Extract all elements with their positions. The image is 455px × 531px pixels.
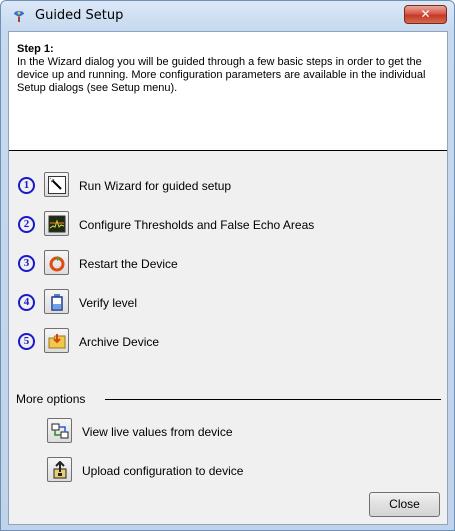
step-row-3: 3 Restart the Device bbox=[18, 250, 438, 276]
wizard-wand-icon bbox=[48, 176, 66, 194]
guided-setup-window: Guided Setup ✕ Step 1: In the Wizard dia… bbox=[0, 0, 455, 531]
step-number-2: 2 bbox=[18, 216, 35, 233]
step-label-5: Archive Device bbox=[79, 335, 160, 349]
step-heading: Step 1: bbox=[17, 43, 54, 55]
live-values-icon bbox=[51, 423, 69, 439]
echo-chart-icon bbox=[48, 215, 66, 233]
option-label-live-values: View live values from device bbox=[82, 425, 233, 439]
step-row-2: 2 Configure Thresholds and False Echo Ar… bbox=[18, 211, 438, 237]
more-options-label: More options bbox=[16, 392, 86, 406]
window-title: Guided Setup bbox=[35, 8, 124, 23]
run-wizard-button[interactable] bbox=[44, 172, 69, 197]
window-close-button[interactable]: ✕ bbox=[404, 5, 447, 24]
step-description: In the Wizard dialog you will be guided … bbox=[17, 56, 426, 94]
step-number-1: 1 bbox=[18, 177, 35, 194]
step-row-5: 5 Archive Device bbox=[18, 328, 438, 354]
step-row-4: 4 Verify level bbox=[18, 289, 438, 315]
step-number-5: 5 bbox=[18, 333, 35, 350]
more-options-divider bbox=[105, 399, 441, 400]
step-label-1: Run Wizard for guided setup bbox=[79, 179, 232, 193]
app-icon bbox=[14, 11, 24, 22]
configure-thresholds-button[interactable] bbox=[44, 211, 69, 236]
restart-icon bbox=[49, 256, 65, 272]
step-label-2: Configure Thresholds and False Echo Area… bbox=[79, 218, 315, 232]
view-live-values-button[interactable] bbox=[47, 418, 72, 443]
info-panel: Step 1: In the Wizard dialog you will be… bbox=[9, 32, 447, 151]
verify-level-button[interactable] bbox=[44, 289, 69, 314]
level-tank-icon bbox=[51, 294, 63, 311]
restart-device-button[interactable] bbox=[44, 250, 69, 275]
close-button[interactable]: Close bbox=[369, 492, 440, 517]
dialog-client-area: Step 1: In the Wizard dialog you will be… bbox=[8, 31, 448, 525]
step-number-3: 3 bbox=[18, 255, 35, 272]
step-row-1: 1 Run Wizard for guided setup bbox=[18, 172, 438, 198]
upload-configuration-button[interactable] bbox=[47, 457, 72, 482]
upload-icon bbox=[53, 461, 67, 479]
step-number-4: 4 bbox=[18, 294, 35, 311]
title-bar[interactable]: Guided Setup ✕ bbox=[1, 1, 454, 31]
option-row-upload: Upload configuration to device bbox=[47, 457, 427, 483]
archive-folder-icon bbox=[48, 334, 66, 349]
step-label-3: Restart the Device bbox=[79, 257, 178, 271]
option-row-live-values: View live values from device bbox=[47, 418, 427, 444]
archive-device-button[interactable] bbox=[44, 328, 69, 353]
option-label-upload: Upload configuration to device bbox=[82, 464, 244, 478]
step-label-4: Verify level bbox=[79, 296, 138, 310]
